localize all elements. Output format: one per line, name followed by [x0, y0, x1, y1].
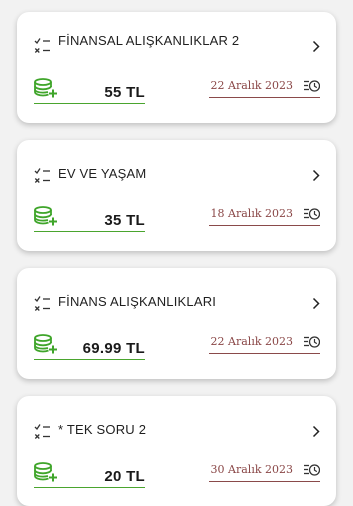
- schedule-clock-icon: [304, 336, 320, 348]
- checklist-icon: [34, 296, 50, 311]
- date-value: 22 Aralık 2023: [210, 79, 293, 92]
- date-value: 18 Aralık 2023: [210, 207, 293, 220]
- card-title: FİNANSAL ALIŞKANLIKLAR 2: [58, 33, 240, 48]
- date-value: 30 Aralık 2023: [210, 463, 293, 476]
- schedule-clock-icon: [304, 464, 320, 476]
- chevron-right-icon[interactable]: [312, 425, 320, 438]
- checklist-icon: [34, 168, 50, 183]
- price-field: 55 TL: [34, 82, 145, 104]
- date-field: 18 Aralık 2023: [209, 204, 320, 226]
- schedule-clock-icon: [304, 80, 320, 92]
- price-field: 69.99 TL: [34, 338, 145, 360]
- checklist-icon: [34, 38, 50, 53]
- date-field: 30 Aralık 2023: [209, 460, 320, 482]
- quiz-card[interactable]: EV VE YAŞAM 35 TL 18 Aralık 2023: [17, 140, 336, 251]
- card-title: EV VE YAŞAM: [58, 166, 147, 181]
- chevron-right-icon[interactable]: [312, 297, 320, 310]
- price-value: 55 TL: [104, 84, 145, 101]
- quiz-card[interactable]: FİNANS ALIŞKANLIKLARI 69.99 TL 22 Aralık…: [17, 268, 336, 379]
- date-field: 22 Aralık 2023: [209, 332, 320, 354]
- checklist-icon: [34, 424, 50, 439]
- chevron-right-icon[interactable]: [312, 40, 320, 53]
- schedule-clock-icon: [304, 208, 320, 220]
- quiz-card[interactable]: FİNANSAL ALIŞKANLIKLAR 2 55 TL 22 Aralık…: [17, 12, 336, 123]
- price-value: 35 TL: [104, 212, 145, 229]
- price-value: 69.99 TL: [82, 340, 145, 357]
- price-field: 20 TL: [34, 466, 145, 488]
- price-value: 20 TL: [104, 468, 145, 485]
- card-title: FİNANS ALIŞKANLIKLARI: [58, 294, 217, 309]
- chevron-right-icon[interactable]: [312, 169, 320, 182]
- price-field: 35 TL: [34, 210, 145, 232]
- card-title: * TEK SORU 2: [58, 422, 147, 437]
- date-value: 22 Aralık 2023: [210, 335, 293, 348]
- date-field: 22 Aralık 2023: [209, 76, 320, 98]
